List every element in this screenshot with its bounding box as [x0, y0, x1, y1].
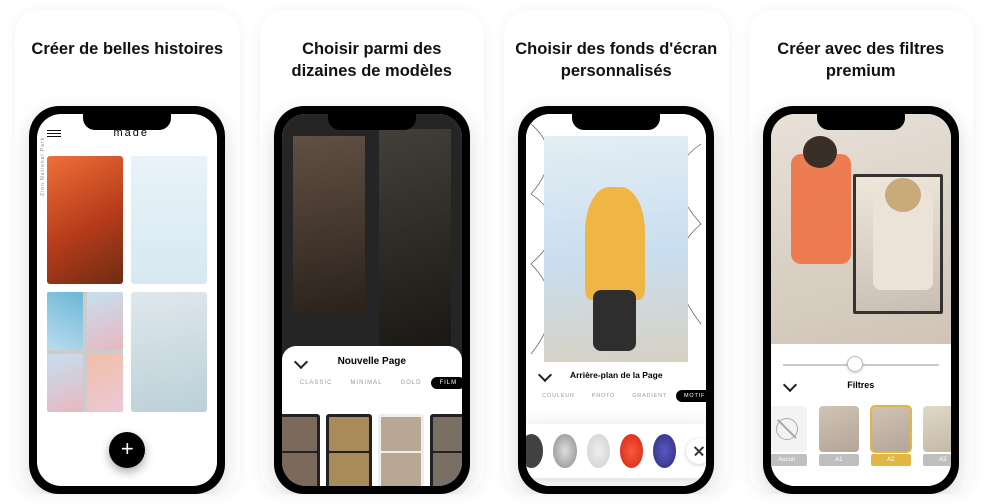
phone-screen: Nouvelle Page CLASSIC MINIMAL GOLD FILM …	[282, 114, 462, 486]
filter-sheet: Filtres Aucun A1 A2	[771, 374, 951, 486]
filter-label: A2	[871, 454, 911, 466]
phone-notch	[328, 112, 416, 130]
phone-screen: Arrière-plan de la Page COULEUR PHOTO GR…	[526, 114, 706, 486]
promo-card-1: Créer de belles histoires made Zion Nati…	[15, 10, 240, 494]
intensity-slider[interactable]	[783, 352, 939, 376]
template-thumb[interactable]	[282, 414, 320, 486]
chip-gradient[interactable]: GRADIENT	[624, 390, 675, 402]
filter-a1[interactable]: A1	[817, 406, 861, 472]
phone-mock: Arrière-plan de la Page COULEUR PHOTO GR…	[518, 106, 714, 494]
add-button[interactable]: +	[109, 432, 145, 468]
chip-photo[interactable]: PHOTO	[584, 390, 623, 402]
filter-a2[interactable]: A2	[869, 406, 913, 472]
phone-mock: Filtres Aucun A1 A2	[763, 106, 959, 494]
story-tile[interactable]	[131, 156, 207, 284]
story-grid: Zion National Park	[37, 152, 217, 412]
sheet-header: Nouvelle Page	[282, 356, 462, 373]
headline: Créer avec des filtres premium	[757, 38, 966, 84]
phone-screen: made Zion National Park +	[37, 114, 217, 486]
filter-a3[interactable]: A3	[921, 406, 951, 472]
slider-knob[interactable]	[847, 356, 863, 372]
filter-none[interactable]: Aucun	[771, 406, 809, 472]
motif-swatch[interactable]	[526, 434, 543, 468]
phone-screen: Filtres Aucun A1 A2	[771, 114, 951, 486]
sheet-title: Arrière-plan de la Page	[540, 370, 692, 380]
sheet-title: Nouvelle Page	[296, 356, 448, 367]
chip-classic[interactable]: CLASSIC	[292, 377, 341, 389]
filter-label: A3	[923, 454, 951, 466]
phone-notch	[572, 112, 660, 130]
filter-label: A1	[819, 454, 859, 466]
promo-card-2: Choisir parmi des dizaines de modèles No…	[260, 10, 485, 494]
motif-swatch-row	[526, 424, 706, 478]
motif-swatch[interactable]	[620, 434, 643, 468]
filter-row[interactable]: Aucun A1 A2 A3	[771, 406, 951, 472]
filter-label: Aucun	[771, 454, 807, 466]
promo-card-4: Créer avec des filtres premium Filtres	[749, 10, 974, 494]
template-thumb-row[interactable]	[282, 414, 462, 486]
filter-canvas[interactable]	[771, 114, 951, 344]
headline: Choisir des fonds d'écran personnalisés	[512, 38, 721, 84]
headline: Choisir parmi des dizaines de modèles	[268, 38, 477, 84]
sheet-header: Filtres	[771, 374, 951, 396]
template-thumb[interactable]	[430, 414, 462, 486]
story-tile[interactable]	[131, 292, 207, 412]
tile-caption: Zion National Park	[40, 137, 46, 196]
hero-photo[interactable]	[544, 136, 688, 370]
template-sheet: Nouvelle Page CLASSIC MINIMAL GOLD FILM …	[282, 346, 462, 486]
motif-swatch[interactable]	[653, 434, 676, 468]
sheet-title: Filtres	[785, 380, 937, 390]
phone-notch	[83, 112, 171, 130]
promo-card-3: Choisir des fonds d'écran personnalisés	[504, 10, 729, 494]
sheet-header: Arrière-plan de la Page	[526, 370, 706, 386]
close-icon[interactable]	[686, 438, 706, 464]
category-chips: CLASSIC MINIMAL GOLD FILM BLACK	[282, 373, 462, 393]
phone-notch	[817, 112, 905, 130]
motif-swatch[interactable]	[553, 434, 576, 468]
story-tile[interactable]	[47, 292, 123, 412]
phone-mock: Nouvelle Page CLASSIC MINIMAL GOLD FILM …	[274, 106, 470, 494]
chip-film[interactable]: FILM	[431, 377, 461, 389]
chip-motif[interactable]: MOTIF	[676, 390, 706, 402]
headline: Créer de belles histoires	[31, 38, 223, 84]
chip-couleur[interactable]: COULEUR	[534, 390, 583, 402]
chip-minimal[interactable]: MINIMAL	[342, 377, 390, 389]
background-sheet: Arrière-plan de la Page COULEUR PHOTO GR…	[526, 362, 706, 486]
motif-swatch[interactable]	[587, 434, 610, 468]
bg-chips: COULEUR PHOTO GRADIENT MOTIF	[526, 386, 706, 406]
phone-mock: made Zion National Park +	[29, 106, 225, 494]
chip-gold[interactable]: GOLD	[392, 377, 429, 389]
template-thumb[interactable]	[326, 414, 372, 486]
template-thumb[interactable]	[378, 414, 424, 486]
story-tile[interactable]: Zion National Park	[47, 156, 123, 284]
